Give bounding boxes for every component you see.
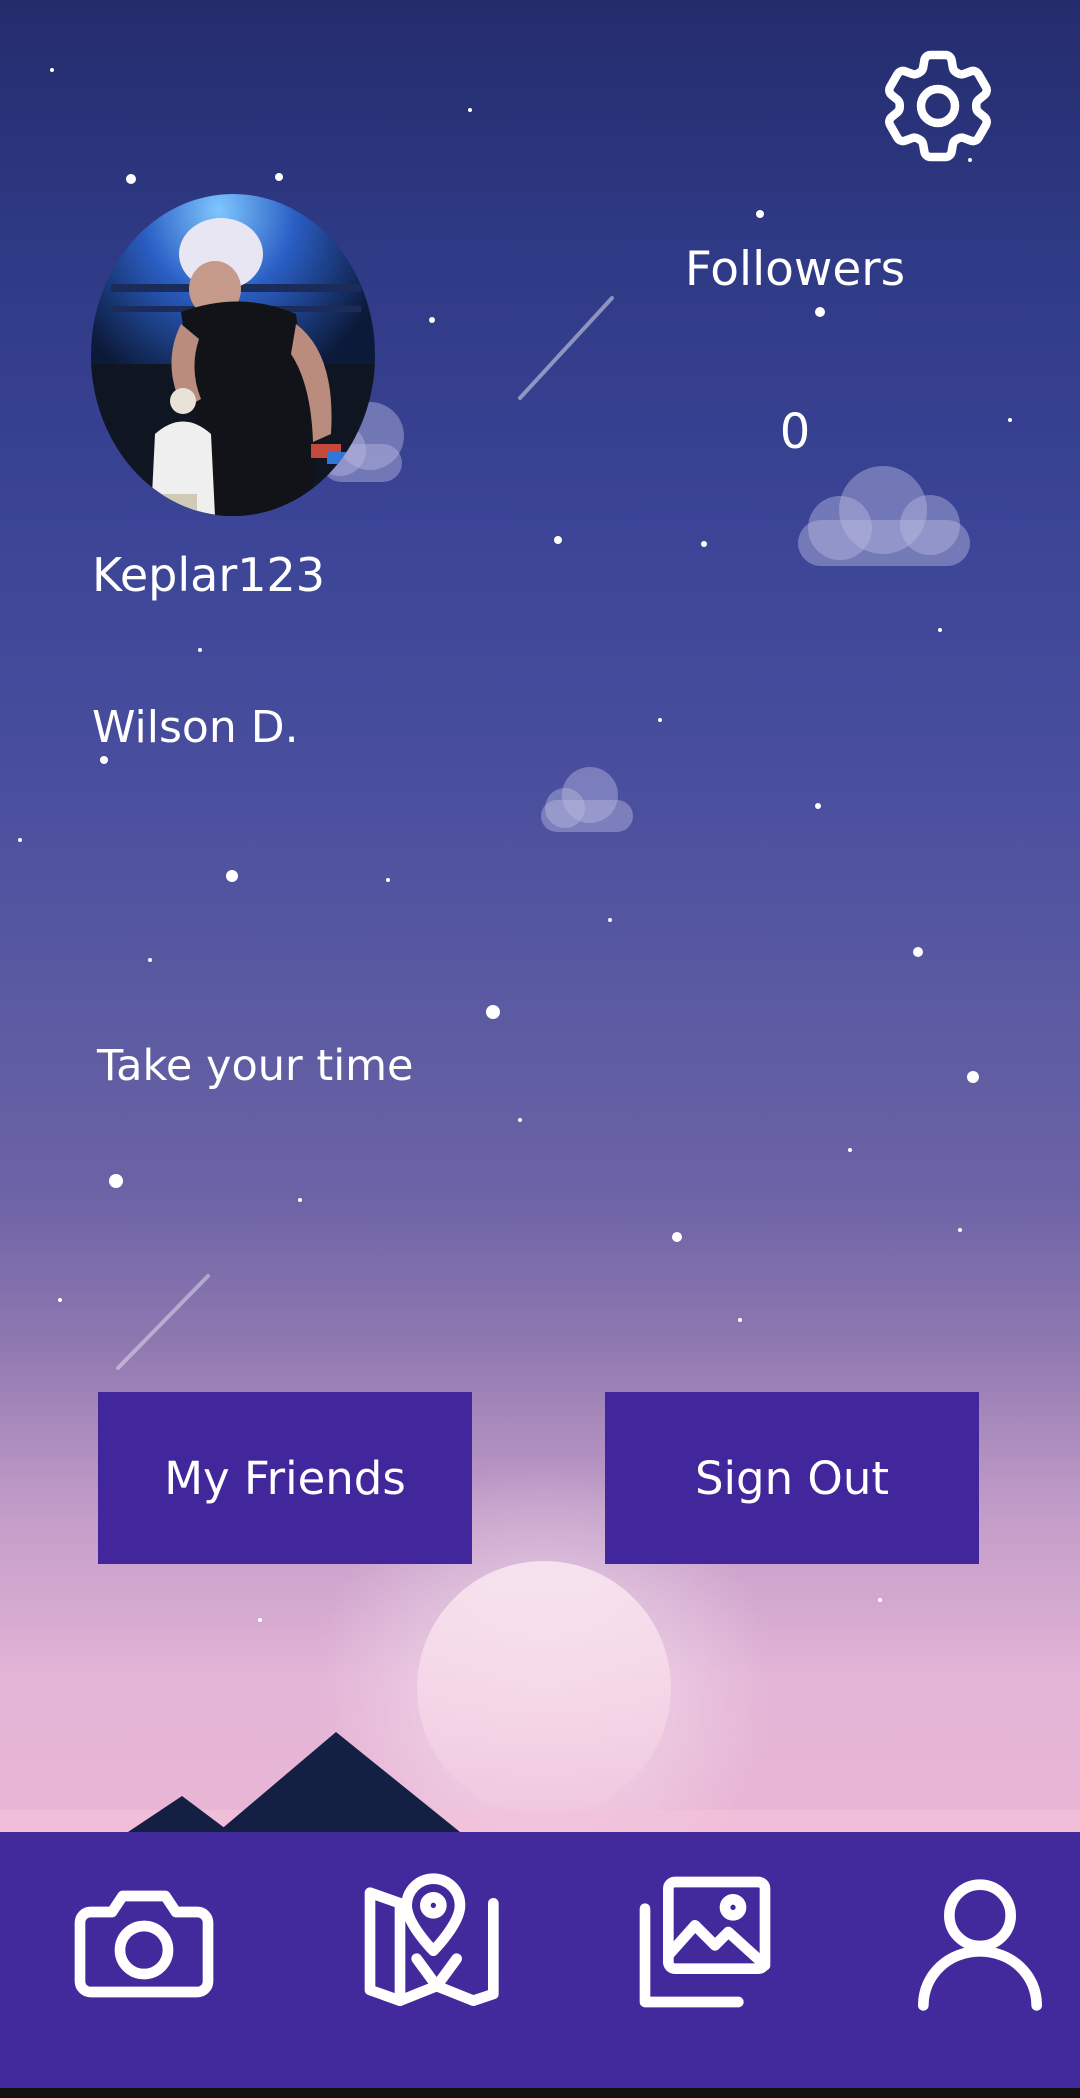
- sign-out-button[interactable]: Sign Out: [605, 1392, 979, 1564]
- nav-map-button[interactable]: [350, 1862, 510, 2022]
- nav-gallery-button[interactable]: [625, 1862, 785, 2022]
- followers-count: 0: [779, 404, 811, 460]
- username: Keplar123: [92, 548, 326, 602]
- my-friends-button[interactable]: My Friends: [98, 1392, 472, 1564]
- user-icon: [918, 1879, 1042, 2011]
- profile-screen: Keplar123 Wilson D. Take your time Follo…: [0, 0, 1080, 2098]
- avatar[interactable]: [91, 194, 375, 516]
- settings-gear-icon[interactable]: [870, 38, 1006, 174]
- camera-icon: [74, 1890, 214, 1998]
- bio-text: Take your time: [97, 1041, 414, 1091]
- gallery-icon: [639, 1876, 771, 2008]
- clouds: [314, 402, 970, 832]
- display-name: Wilson D.: [92, 702, 299, 753]
- nav-profile-button[interactable]: [900, 1862, 1060, 2022]
- followers-label: Followers: [684, 242, 906, 297]
- system-bar: [0, 2088, 1080, 2098]
- map-pin-icon: [364, 1873, 499, 2006]
- bottom-navigation-bar: [0, 1832, 1080, 2088]
- nav-camera-button[interactable]: [64, 1862, 224, 2022]
